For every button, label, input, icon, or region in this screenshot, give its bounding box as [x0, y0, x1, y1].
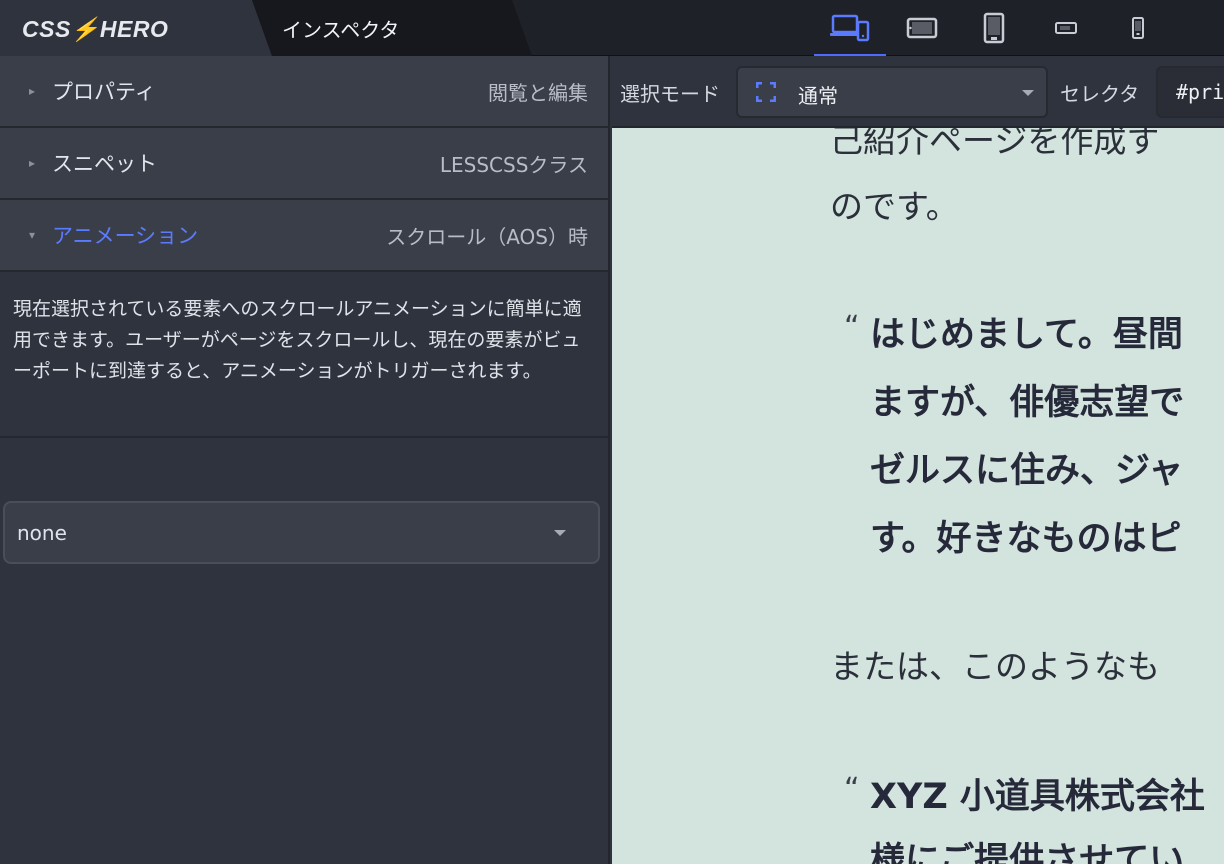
- quote-line: XYZ 小道具株式会社: [870, 777, 1205, 817]
- device-switcher: [814, 0, 1174, 56]
- phone-portrait-icon: [1132, 17, 1144, 39]
- section-subtitle: LESSCSSクラス: [439, 152, 588, 177]
- tablet-landscape-icon: [906, 17, 938, 39]
- device-phone-landscape-button[interactable]: [1030, 0, 1102, 56]
- preview-text-line: または、このようなも: [830, 647, 1160, 686]
- inspector-panel: ▸ プロパティ 閲覧と編集 ▸ スニペット LESSCSSクラス ▾ アニメーシ…: [0, 56, 610, 864]
- preview-text-line: 己紹介ページを作成す: [830, 128, 1160, 160]
- quote-mark: “: [844, 310, 860, 345]
- section-title: アニメーション: [52, 224, 199, 248]
- desktop-mobile-icon: [830, 14, 870, 42]
- chevron-down-icon: [554, 529, 566, 536]
- caret-down-icon: ▾: [28, 228, 36, 242]
- quote-mark: “: [844, 772, 860, 807]
- tab-inspector-label[interactable]: インスペクタ: [282, 14, 399, 43]
- device-phone-portrait-button[interactable]: [1102, 0, 1174, 56]
- page-preview[interactable]: 己紹介ページを作成す のです。 “ はじめまして。昼間 ますが、俳優志望で ゼル…: [612, 128, 1224, 864]
- caret-right-icon: ▸: [28, 84, 36, 98]
- animation-type-select[interactable]: none: [3, 501, 600, 564]
- device-tablet-landscape-button[interactable]: [886, 0, 958, 56]
- quote-line: ますが、俳優志望で: [870, 383, 1185, 423]
- chevron-down-icon: [1022, 90, 1034, 96]
- device-desktop-mobile-button[interactable]: [814, 0, 886, 56]
- selection-frame-icon: [756, 82, 776, 102]
- selection-toolbar: 選択モード 通常 セレクタ #pri: [612, 56, 1224, 128]
- section-properties[interactable]: ▸ プロパティ 閲覧と編集: [0, 56, 608, 128]
- selection-mode-value: 通常: [798, 84, 838, 108]
- section-title: スニペット: [52, 152, 157, 176]
- top-bar: CSS⚡HERO インスペクタ: [0, 0, 1224, 56]
- selector-input[interactable]: #pri: [1156, 66, 1224, 118]
- css-hero-logo: CSS⚡HERO: [22, 16, 169, 42]
- selection-mode-select[interactable]: 通常: [736, 66, 1048, 118]
- section-subtitle: 閲覧と編集: [488, 80, 588, 105]
- caret-right-icon: ▸: [28, 156, 36, 170]
- quote-line: す。好きなものはピ: [870, 519, 1182, 559]
- section-subtitle: スクロール（AOS）時: [386, 224, 588, 249]
- animation-select-value: none: [17, 520, 67, 545]
- preview-text-line: のです。: [830, 187, 959, 226]
- logo-area: CSS⚡HERO: [0, 0, 272, 56]
- selection-mode-label: 選択モード: [620, 82, 720, 106]
- section-title: プロパティ: [52, 80, 156, 104]
- device-tablet-portrait-button[interactable]: [958, 0, 1030, 56]
- section-animation[interactable]: ▾ アニメーション スクロール（AOS）時: [0, 200, 608, 272]
- phone-landscape-icon: [1055, 22, 1077, 34]
- animation-description: 現在選択されている要素へのスクロールアニメーションに簡単に適用できます。ユーザー…: [0, 272, 608, 438]
- selector-label: セレクタ: [1060, 82, 1140, 106]
- quote-line: ゼルスに住み、ジャ: [870, 451, 1184, 491]
- tablet-portrait-icon: [983, 12, 1005, 44]
- quote-line: はじめまして。昼間: [870, 315, 1183, 355]
- section-snippets[interactable]: ▸ スニペット LESSCSSクラス: [0, 128, 608, 200]
- quote-line: 様にご提供させてい: [870, 841, 1185, 864]
